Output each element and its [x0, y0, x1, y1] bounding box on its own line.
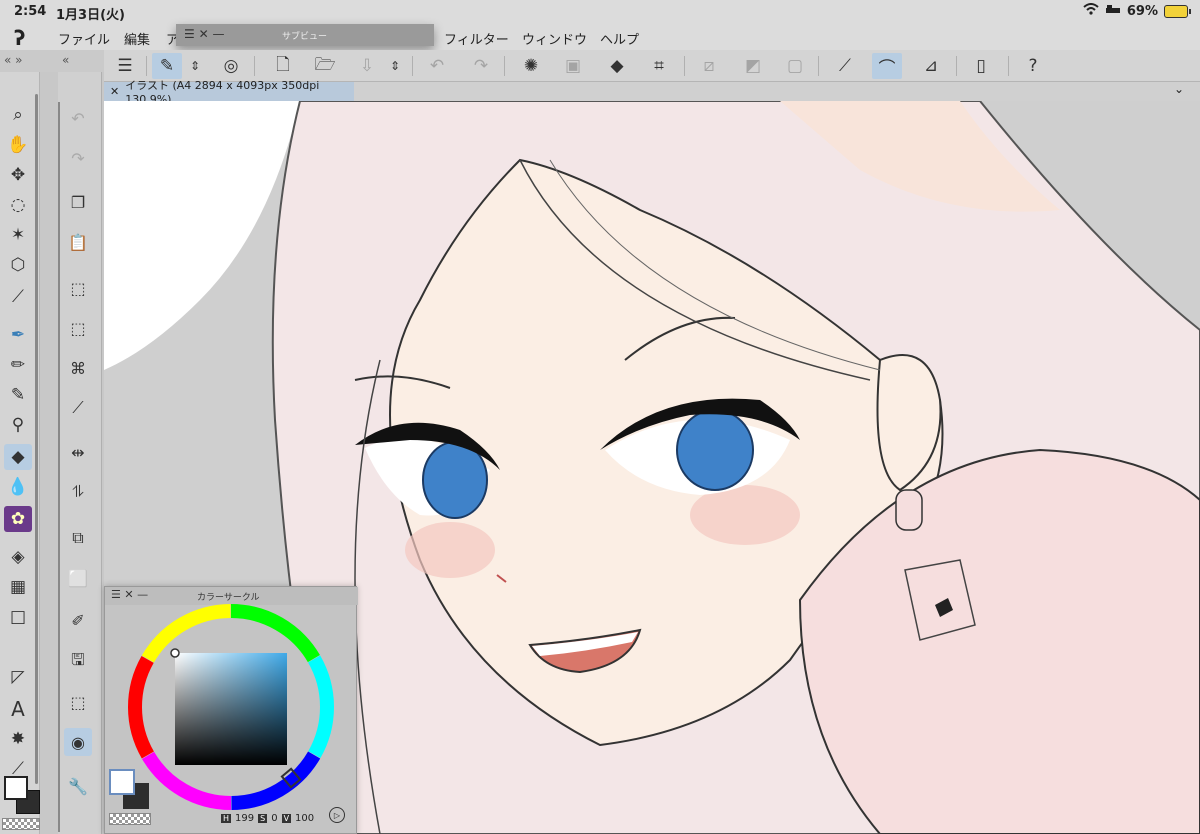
date: 1月3日(火)	[56, 8, 125, 23]
battery-percent: 69%	[1126, 3, 1158, 19]
color-circle-icon[interactable]: ◉	[64, 728, 92, 756]
bed-icon	[1105, 3, 1121, 19]
tool-palette: ⌕ ✋ ✥ ◌ ✶ ⬡ ⟋ ✒ ✏ ✎ ⚲ ◆ 💧 ✿ ◈ ▦ □ ◸ A ✸ …	[0, 72, 40, 834]
eyedropper-icon[interactable]: ⟋	[4, 284, 32, 310]
crop-icon[interactable]: ⌗	[644, 53, 674, 79]
document-tab[interactable]: ✕ イラスト (A4 2894 x 4093px 350dpi 130.9%)	[104, 79, 354, 106]
subview-controls[interactable]: ☰ ✕ —	[184, 27, 224, 41]
transparent-color-swatch[interactable]	[2, 818, 40, 830]
subtool-palette: ↶ ↷ ❐ 📋 ⬚ ⬚ ⌘ ⟋ ⇹ ⥮ ⧉ ⬜ ✐ 🖫 ⬚ ◉ 🔧	[58, 72, 102, 834]
subtool-scroll-strip	[58, 102, 60, 832]
line-icon[interactable]: ⟋	[64, 394, 92, 422]
menu-window[interactable]: ウィンドウ	[522, 29, 587, 48]
help-icon[interactable]: ?	[1018, 53, 1048, 79]
lasso-icon[interactable]: ◌	[4, 192, 32, 218]
menu-edit[interactable]: 編集	[124, 29, 150, 48]
menu-icon[interactable]: ☰	[110, 53, 140, 79]
ruler-icon[interactable]: ◸	[4, 664, 32, 690]
blend-icon[interactable]: 💧	[4, 474, 32, 500]
device-icon[interactable]: ▯	[966, 53, 996, 79]
collapse-icon[interactable]: « »	[4, 53, 23, 67]
select-all-icon[interactable]: ▢	[780, 53, 810, 79]
tool-scrollbar[interactable]	[35, 94, 38, 784]
open-folder-icon[interactable]: 🗁	[310, 53, 340, 79]
paste-icon[interactable]: 📋	[64, 228, 92, 256]
spiral-icon[interactable]: ◎	[216, 53, 246, 79]
new-canvas-icon[interactable]: 🗋	[268, 53, 298, 79]
menu-file[interactable]: ファイル	[58, 29, 110, 48]
eraser-icon[interactable]: ◆	[4, 444, 32, 470]
move-icon[interactable]: ✥	[4, 162, 32, 188]
main-color-swatch[interactable]	[4, 776, 28, 800]
frame-icon[interactable]: ⬚	[64, 688, 92, 716]
wrench-icon[interactable]: 🔧	[64, 772, 92, 800]
pencil-icon[interactable]: ✏	[4, 352, 32, 378]
text-icon[interactable]: A	[4, 696, 32, 722]
hand-icon[interactable]: ✋	[4, 132, 32, 158]
magic-wand-icon[interactable]: ✶	[4, 222, 32, 248]
subtool-panel-header[interactable]: «	[58, 50, 104, 72]
brush-active-icon[interactable]: ⌒	[872, 53, 902, 79]
pen-icon[interactable]: ✒	[4, 322, 32, 348]
value-value: 100	[295, 813, 315, 824]
transparent-swatch-panel[interactable]	[109, 813, 151, 825]
copy-icon[interactable]: ❐	[64, 188, 92, 216]
invert-selection-icon[interactable]: ◩	[738, 53, 768, 79]
brush-icon[interactable]: ✎	[4, 382, 32, 408]
subview-title: サブビュー	[282, 32, 328, 42]
pen-snap-icon[interactable]: ⟋	[830, 53, 860, 79]
status-bar: 2:54 1月3日(火) 69%	[0, 0, 1200, 24]
redo-icon[interactable]: ↷	[64, 144, 92, 172]
save-icon[interactable]: ⇩	[352, 53, 382, 79]
redo-icon[interactable]: ↷	[466, 53, 496, 79]
color-mode-icon[interactable]: ▷	[329, 807, 345, 823]
airbrush-icon[interactable]: ⚲	[4, 412, 32, 438]
transform-icon[interactable]: ⬚	[64, 274, 92, 302]
ruler-icon[interactable]: ⊿	[916, 53, 946, 79]
gradient-icon[interactable]: ▦	[4, 574, 32, 600]
layer-icon[interactable]: ⧉	[64, 524, 92, 552]
flip-horizontal-icon[interactable]: ⇹	[64, 438, 92, 466]
menu-filter[interactable]: フィルター	[444, 29, 509, 48]
status-icons: 69%	[1083, 3, 1191, 19]
flip-vertical-icon[interactable]: ⥮	[64, 478, 92, 506]
chevron-updown-icon-2[interactable]: ⇕	[386, 53, 404, 79]
battery-icon	[1164, 4, 1191, 18]
chevron-updown-icon[interactable]: ⇕	[186, 53, 204, 79]
sv-picker	[170, 648, 180, 658]
tool-panel-header[interactable]: « »	[0, 50, 58, 72]
chevron-down-icon[interactable]: ⌄	[1174, 82, 1184, 96]
shape-icon[interactable]: □	[4, 604, 32, 630]
color-circle-panel: ☰ ✕ — カラーサークル H 199 S 0 V 100 ▷	[104, 586, 358, 834]
mesh-transform-icon[interactable]: ⌘	[64, 354, 92, 382]
hsv-readout: H 199 S 0 V 100	[221, 813, 315, 824]
free-transform-icon[interactable]: ⬚	[64, 314, 92, 342]
collapse-icon-2[interactable]: «	[62, 53, 69, 67]
subtool-eyedropper-icon[interactable]: ✎	[152, 53, 182, 79]
clock: 2:54	[14, 4, 47, 19]
cube-icon[interactable]: ⬡	[4, 252, 32, 278]
loading-icon[interactable]: ✺	[516, 53, 546, 79]
deselect-icon[interactable]: ⧄	[694, 53, 724, 79]
fit-icon[interactable]: ⬜	[64, 564, 92, 592]
transform-icon[interactable]: ▣	[558, 53, 588, 79]
burst-icon[interactable]: ✸	[4, 726, 32, 752]
save-icon[interactable]: 🖫	[64, 648, 92, 676]
hue-value: 199	[235, 813, 255, 824]
saturation-value: 0	[271, 813, 278, 824]
fill-icon[interactable]: ◈	[4, 544, 32, 570]
zoom-icon[interactable]: ⌕	[4, 102, 32, 128]
main-color-swatch-panel[interactable]	[109, 769, 135, 795]
app-logo-icon[interactable]: ʔ	[14, 26, 25, 50]
menu-help[interactable]: ヘルプ	[600, 29, 639, 48]
pen-icon[interactable]: ✐	[64, 606, 92, 634]
undo-icon[interactable]: ↶	[422, 53, 452, 79]
decoration-icon[interactable]: ✿	[4, 506, 32, 532]
document-tab-bar: ✕ イラスト (A4 2894 x 4093px 350dpi 130.9%) …	[104, 79, 1200, 106]
undo-icon[interactable]: ↶	[64, 104, 92, 132]
wifi-icon	[1083, 3, 1099, 19]
fill-icon[interactable]: ◆	[602, 53, 632, 79]
subview-panel[interactable]: ☰ ✕ — サブビュー	[176, 24, 434, 46]
close-icon[interactable]: ✕	[110, 85, 119, 98]
